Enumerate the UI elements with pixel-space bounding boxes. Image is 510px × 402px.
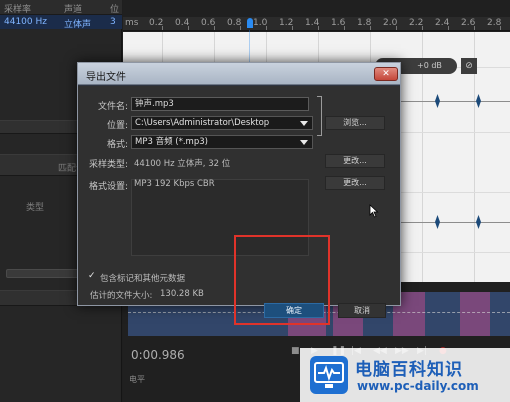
stop-icon[interactable]: ■ (291, 346, 300, 356)
sample-type-label: 采样类型: (88, 160, 128, 170)
ruler-tick (422, 26, 423, 30)
estimated-size-label: 估计的文件大小: (90, 291, 153, 301)
format-label: 格式: (106, 140, 128, 150)
hud-volume-text: +0 dB (417, 61, 442, 70)
ruler-tick (474, 26, 475, 30)
ruler-tick (162, 26, 163, 30)
format-settings-label: 格式设置: (88, 182, 128, 192)
pin-icon[interactable]: ⊘ (461, 58, 477, 74)
mouse-cursor-icon (369, 204, 379, 218)
site-watermark: 电脑百科知识 www.pc-daily.com (300, 348, 510, 402)
filename-label: 文件名: (97, 102, 128, 112)
col-sample-rate[interactable]: 采样率 (4, 2, 31, 15)
col-bits[interactable]: 位 (110, 2, 119, 15)
ruler-tick (448, 26, 449, 30)
file-row[interactable]: 44100 Hz 立体声 3 (0, 15, 122, 30)
waveform-peak (435, 94, 440, 108)
ruler-tick (188, 26, 189, 30)
close-icon[interactable]: ✕ (374, 67, 398, 81)
cancel-button[interactable]: 取消 (338, 303, 386, 318)
highlight-box (234, 235, 330, 325)
dialog-title: 导出文件 (86, 72, 126, 83)
dialog-titlebar[interactable]: 导出文件 ✕ (78, 63, 400, 85)
file-channels: 立体声 (64, 20, 92, 30)
file-sample-rate: 44100 Hz (4, 17, 47, 27)
ruler-tick (214, 26, 215, 30)
location-label: 位置: (106, 121, 128, 131)
playhead-handle[interactable] (247, 18, 253, 28)
format-settings-value: MP3 192 Kbps CBR (134, 179, 215, 189)
ruler-tick (500, 26, 501, 30)
format-select[interactable]: MP3 音频 (*.mp3) (131, 135, 313, 149)
ruler-tick (240, 26, 241, 30)
chevron-down-icon (300, 140, 308, 145)
field-group-bracket (317, 96, 322, 136)
estimated-size-value: 130.28 KB (160, 289, 204, 299)
time-display: 0:00.986 (131, 348, 185, 362)
sample-type-value: 44100 Hz 立体声, 32 位 (134, 159, 231, 169)
location-select[interactable]: C:\Users\Administrator\Desktop (131, 116, 313, 130)
location-value: C:\Users\Administrator\Desktop (135, 118, 270, 128)
include-markers-checkbox[interactable]: ✓ (88, 272, 97, 281)
change-format-settings-button[interactable]: 更改... (325, 176, 385, 190)
pulse-monitor-icon (310, 356, 348, 394)
ruler-tick (370, 26, 371, 30)
ruler-unit: ms (125, 18, 139, 28)
chevron-down-icon (300, 121, 308, 126)
col-channels[interactable]: 声道 (64, 2, 82, 15)
watermark-title: 电脑百科知识 (355, 360, 463, 380)
include-markers-label[interactable]: 包含标记和其他元数据 (100, 272, 185, 284)
time-ruler[interactable]: ms 0.2 0.4 0.6 0.8 1.0 1.2 1.4 1.6 1.8 2… (123, 17, 510, 31)
waveform-peak (435, 215, 440, 229)
files-header: 采样率 声道 位 (0, 0, 122, 15)
format-value: MP3 音频 (*.mp3) (135, 137, 208, 147)
filename-input[interactable]: 钟声.mp3 (131, 97, 309, 111)
ruler-tick (318, 26, 319, 30)
change-sample-type-button[interactable]: 更改... (325, 154, 385, 168)
browse-button[interactable]: 浏览... (325, 116, 385, 130)
col-type[interactable]: 类型 (26, 200, 44, 213)
ruler-tick (344, 26, 345, 30)
levels-tab[interactable]: 电平 (129, 374, 145, 385)
overview-peak (460, 292, 490, 336)
waveform-peak (476, 215, 481, 229)
ruler-tick (292, 26, 293, 30)
waveform-peak (476, 94, 481, 108)
watermark-url: www.pc-daily.com (357, 379, 479, 393)
ruler-tick (266, 26, 267, 30)
ruler-tick (396, 26, 397, 30)
file-bits: 3 (110, 17, 116, 27)
